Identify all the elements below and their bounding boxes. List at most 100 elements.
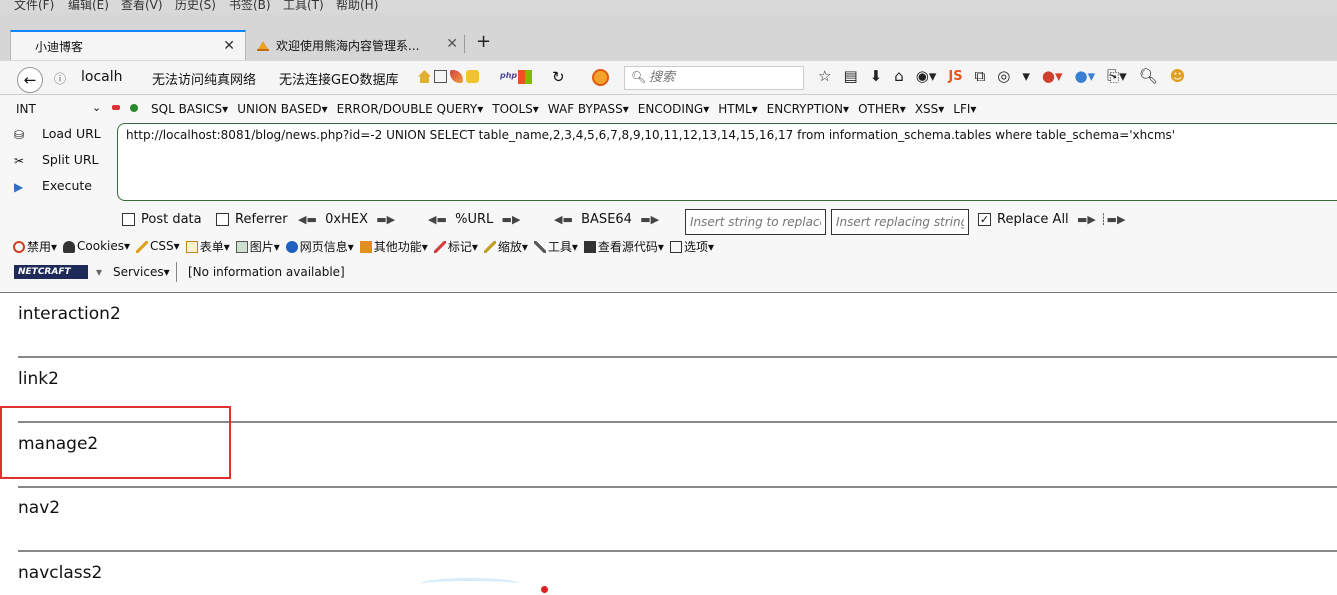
replacing-string-input[interactable] (831, 209, 969, 235)
js-icon[interactable]: JS (948, 69, 962, 84)
play-icon: ▶ (14, 179, 24, 194)
other-features-menu[interactable]: 其他功能▾ (359, 238, 428, 255)
menu-sql-basics[interactable]: SQL BASICS▾ (151, 102, 228, 116)
close-icon[interactable]: ✕ (446, 36, 458, 52)
addon2-icon[interactable]: ●▾ (1075, 67, 1096, 85)
url-textarea[interactable]: http://localhost:8081/blog/news.php?id=-… (117, 123, 1337, 201)
help-ext-icon[interactable] (434, 70, 447, 83)
cookies-menu[interactable]: Cookies▾ (63, 239, 130, 253)
download-icon[interactable]: ⬇ (870, 67, 883, 85)
replace-all-checkbox[interactable]: ✓ Replace All ▬▶ ┊▬▶ (978, 212, 1125, 227)
arrow-left-icon[interactable]: ◀▬ (298, 213, 317, 226)
image-icon (235, 241, 248, 253)
arrow-right-icon[interactable]: ▬▶ (1077, 213, 1096, 226)
windows-icon[interactable] (518, 70, 532, 84)
menu-union-based[interactable]: UNION BASED▾ (237, 102, 327, 116)
netcraft-dropdown-icon[interactable]: ▾ (96, 265, 102, 279)
tab-blog[interactable]: 小迪博客 ✕ (10, 30, 246, 60)
back-arrow-icon[interactable]: ← (17, 67, 43, 93)
menu-view[interactable]: 查看(V) (121, 0, 163, 13)
page-info-menu[interactable]: 网页信息▾ (285, 238, 354, 255)
minus-icon[interactable] (112, 105, 120, 110)
highlight-box (0, 406, 231, 479)
menu-encoding[interactable]: ENCODING▾ (638, 102, 709, 116)
url-bar[interactable]: localh (81, 69, 123, 85)
menu-tools[interactable]: TOOLS▾ (492, 102, 539, 116)
globe-icon[interactable]: ◉▾ (916, 67, 937, 85)
hackbar-menu: INT ⌄ SQL BASICS▾ UNION BASED▾ ERROR/DOU… (0, 95, 1337, 122)
php-badge[interactable]: php (500, 71, 517, 80)
menu-html[interactable]: HTML▾ (718, 102, 757, 116)
toolbar-icons: ☆ ▤ ⬇ ⌂ ◉▾ JS ⧉ ◎ ▾ ●▾ ●▾ ⎘▾ 🔍︎ ☻ (818, 67, 1197, 85)
new-tab-icon[interactable]: + (476, 31, 491, 52)
services-menu[interactable]: Services▾ (113, 265, 170, 279)
arrow-left-icon[interactable]: ◀▬ (554, 213, 573, 226)
tab-title: 小迪博客 (35, 39, 84, 54)
info-icon[interactable]: ⓘ (54, 70, 66, 87)
tools-menu[interactable]: 工具▾ (533, 238, 578, 255)
blocker-icon[interactable] (592, 69, 609, 86)
load-url-button[interactable]: ⛁ Load URL (14, 126, 101, 142)
zoom-menu[interactable]: 缩放▾ (483, 238, 528, 255)
arrow-left-icon[interactable]: ◀▬ (428, 213, 447, 226)
hex-encoder[interactable]: ◀▬ 0xHEX ▬▶ (298, 212, 395, 227)
netcraft-logo[interactable]: NETCRAFT (14, 265, 88, 279)
reading-list-icon[interactable]: ▤ (843, 67, 857, 85)
feather-ext-icon[interactable] (450, 70, 463, 83)
menu-edit[interactable]: 编辑(E) (68, 0, 109, 13)
home-ext-icon[interactable] (418, 70, 431, 83)
search-input[interactable] (649, 70, 799, 85)
menu-help[interactable]: 帮助(H) (336, 0, 378, 13)
mark-menu[interactable]: 标记▾ (433, 238, 478, 255)
lock-ext-icon[interactable] (466, 70, 479, 83)
options-menu[interactable]: 选项▾ (669, 238, 714, 255)
css-menu[interactable]: CSS▾ (136, 239, 180, 253)
menu-history[interactable]: 历史(S) (175, 0, 216, 13)
zoom-icon[interactable]: 🔍︎ (1139, 67, 1158, 85)
menu-encryption[interactable]: ENCRYPTION▾ (767, 102, 849, 116)
star-icon[interactable]: ☆ (818, 67, 831, 85)
disable-menu[interactable]: 禁用▾ (13, 238, 57, 255)
menu-file[interactable]: 文件(F) (14, 0, 54, 13)
arrow-right-icon[interactable]: ▬▶ (502, 213, 521, 226)
menu-lfi[interactable]: LFI▾ (953, 102, 976, 116)
menu-bookmarks[interactable]: 书签(B) (229, 0, 271, 13)
base64-encoder[interactable]: ◀▬ BASE64 ▬▶ (554, 212, 659, 227)
forms-menu[interactable]: 表单▾ (185, 238, 230, 255)
puzzle-icon[interactable]: ⧉ (975, 67, 986, 85)
menu-error-double-query[interactable]: ERROR/DOUBLE QUERY▾ (337, 102, 484, 116)
menu-tools[interactable]: 工具(T) (283, 0, 324, 13)
menu-other[interactable]: OTHER▾ (858, 102, 906, 116)
post-data-checkbox[interactable]: Post data (122, 212, 202, 227)
execute-button[interactable]: ▶ Execute (14, 178, 92, 194)
divider (0, 292, 1337, 293)
addon-icon[interactable]: ●▾ (1042, 67, 1063, 85)
arrow-right-icon[interactable]: ▬▶ (376, 213, 395, 226)
palette-icon[interactable]: ◎ (997, 67, 1010, 85)
tab-strip: 小迪博客 ✕ 欢迎使用熊海内容管理系... ✕ + (0, 13, 1337, 61)
ruler-icon (483, 241, 496, 253)
arrow-right-icon[interactable]: ▬▶ (640, 213, 659, 226)
smiley-icon[interactable]: ☻ (1170, 67, 1186, 85)
search-box[interactable]: 🔍︎ (624, 66, 804, 90)
scissors-icon: ✂ (14, 153, 25, 168)
referrer-checkbox[interactable]: Referrer (216, 212, 288, 227)
split-url-button[interactable]: ✂ Split URL (14, 152, 99, 168)
menu-xss[interactable]: XSS▾ (915, 102, 944, 116)
bottom-strip (0, 583, 1337, 595)
tab-cms[interactable]: 欢迎使用熊海内容管理系... ✕ (248, 30, 462, 60)
home-icon[interactable]: ⌂ (894, 67, 904, 85)
type-select[interactable]: INT (16, 102, 36, 116)
chevron-down-icon[interactable]: ⌄ (92, 101, 101, 114)
view-source-menu[interactable]: 查看源代码▾ (583, 238, 664, 255)
reload-icon[interactable]: ↻ (552, 68, 565, 86)
insert-string-input[interactable] (685, 209, 826, 235)
menu-dropdown-icon[interactable]: ▾ (1022, 67, 1030, 85)
url-encoder[interactable]: ◀▬ %URL ▬▶ (428, 212, 520, 227)
arrow-right-icon[interactable]: ┊▬▶ (1100, 213, 1125, 226)
share-icon[interactable]: ⎘▾ (1107, 67, 1127, 85)
close-icon[interactable]: ✕ (223, 38, 235, 54)
images-menu[interactable]: 图片▾ (235, 238, 280, 255)
menu-waf-bypass[interactable]: WAF BYPASS▾ (548, 102, 629, 116)
plus-icon[interactable] (130, 104, 138, 112)
